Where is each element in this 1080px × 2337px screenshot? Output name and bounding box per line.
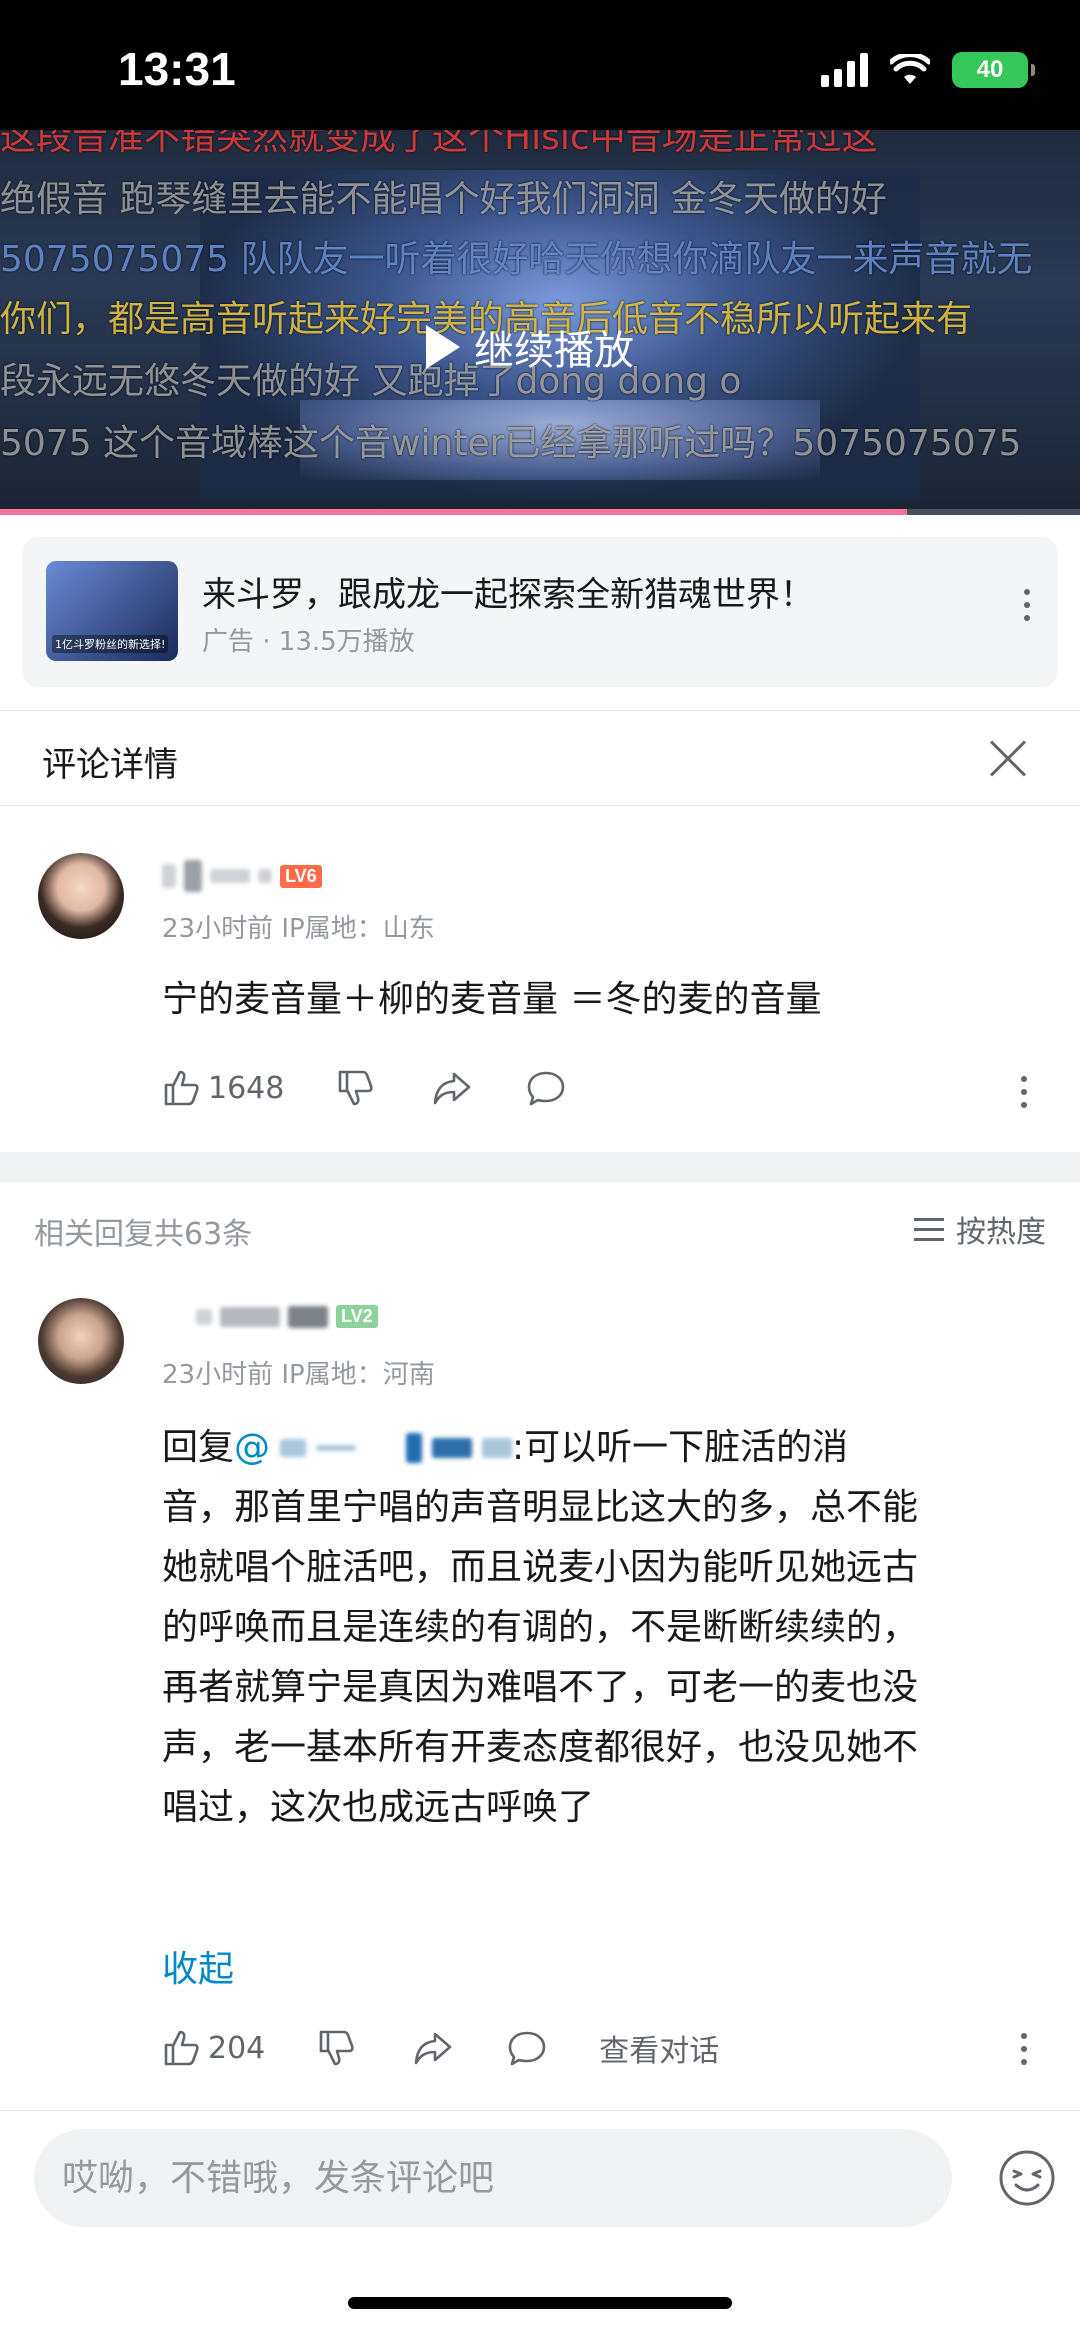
replies-count: 相关回复共63条 bbox=[34, 1217, 253, 1252]
wifi-icon bbox=[890, 54, 930, 84]
username-redacted bbox=[196, 1308, 212, 1325]
comment-input[interactable] bbox=[34, 2129, 952, 2227]
reply-line-0: :可以听一下脏活的消 bbox=[512, 1427, 849, 1468]
comment-meta: 23小时前 IP属地：山东 bbox=[162, 914, 435, 944]
sort-label: 按热度 bbox=[956, 1215, 1046, 1250]
reply-prefix: 回复 bbox=[162, 1427, 235, 1468]
reply-button[interactable] bbox=[526, 1068, 566, 1108]
comment-detail-title: 评论详情 bbox=[42, 745, 178, 785]
battery-icon: 40 bbox=[952, 52, 1035, 88]
emoji-icon[interactable] bbox=[998, 2149, 1056, 2207]
reply-line-5: 声，老一基本所有开麦态度都很好，也没见她不 bbox=[162, 1727, 919, 1768]
danmaku-comment: 5075075075 队队友一听着很好哈天你想你滴队友一来声音就无 bbox=[0, 239, 1033, 280]
status-bar: 13:31 40 bbox=[0, 0, 1080, 130]
dislike-button[interactable] bbox=[317, 2028, 357, 2068]
ad-thumbnail: 1亿斗罗粉丝的新选择! bbox=[46, 561, 178, 661]
video-player[interactable]: 这段音准不错突然就变成了这个Hisic中音场是正常过这绝假音 跑琴缝里去能不能唱… bbox=[0, 130, 1080, 515]
ad-thumbnail-caption: 1亿斗罗粉丝的新选择! bbox=[52, 635, 169, 653]
like-count: 204 bbox=[208, 2030, 266, 2066]
status-time: 13:31 bbox=[118, 43, 236, 95]
share-button[interactable] bbox=[432, 1068, 472, 1108]
reply-line-1: 音，那首里宁唱的声音明显比这大的多，总不能 bbox=[162, 1487, 919, 1528]
reply-button[interactable] bbox=[507, 2028, 547, 2068]
share-button[interactable] bbox=[413, 2028, 453, 2068]
battery-level: 40 bbox=[976, 56, 1004, 83]
comment-text: 宁的麦音量＋柳的麦音量 ＝冬的麦的音量 bbox=[162, 979, 822, 1020]
cellular-signal-icon bbox=[821, 53, 868, 87]
reply-line-4: 再者就算宁是真因为难唱不了，可老一的麦也没 bbox=[162, 1667, 919, 1708]
level-badge: LV2 bbox=[336, 1305, 378, 1328]
reply-more-icon[interactable] bbox=[1021, 2033, 1027, 2065]
username-redacted bbox=[162, 864, 176, 888]
reply-text: 回复 @ :可以听一下脏活的消 音，那首里宁唱的声音明显比这大的多，总不能 她就… bbox=[162, 1418, 1042, 1838]
reply-line-2: 她就唱个脏活吧，而且说麦小因为能听见她远古 bbox=[162, 1547, 919, 1588]
ad-subtitle: 广告 · 13.5万播放 bbox=[202, 627, 415, 657]
ad-more-icon[interactable] bbox=[1024, 589, 1030, 621]
collapse-link[interactable]: 收起 bbox=[162, 1940, 234, 1992]
sort-icon bbox=[914, 1217, 944, 1241]
like-count: 1648 bbox=[208, 1070, 285, 1106]
thumbs-up-icon bbox=[164, 2030, 199, 2066]
sort-by-hot-button[interactable]: 按热度 bbox=[914, 1207, 1046, 1251]
avatar[interactable] bbox=[38, 853, 124, 939]
video-progress-bar[interactable] bbox=[0, 509, 1080, 515]
thumbs-up-icon bbox=[164, 1070, 199, 1106]
section-divider bbox=[0, 1152, 1080, 1182]
ad-card[interactable]: 1亿斗罗粉丝的新选择! 来斗罗，跟成龙一起探索全新猎魂世界！ 广告 · 13.5… bbox=[22, 537, 1058, 687]
comment-username[interactable]: LV6 bbox=[162, 860, 322, 892]
mention-link[interactable]: @ bbox=[234, 1418, 513, 1478]
danmaku-comment: 这段音准不错突然就变成了这个Hisic中音场是正常过这 bbox=[0, 130, 878, 158]
dislike-button[interactable] bbox=[336, 1068, 376, 1108]
comment-more-icon[interactable] bbox=[1021, 1076, 1027, 1108]
comment-actions: 1648 bbox=[162, 1068, 566, 1108]
danmaku-comment: 绝假音 跑琴缝里去能不能唱个好我们洞洞 金冬天做的好 bbox=[0, 179, 887, 220]
home-indicator bbox=[348, 2297, 732, 2309]
reply-meta: 23小时前 IP属地：河南 bbox=[162, 1360, 435, 1390]
resume-play-button[interactable]: 继续播放 bbox=[426, 318, 634, 376]
reply-actions: 204 查看对话 bbox=[162, 2026, 719, 2070]
level-badge: LV6 bbox=[280, 864, 322, 888]
reply-line-6: 唱过，这次也成远古呼唤了 bbox=[162, 1787, 595, 1828]
view-thread-button[interactable]: 查看对话 bbox=[599, 2026, 719, 2070]
status-icons: 40 bbox=[821, 52, 1035, 88]
like-button[interactable]: 204 bbox=[162, 2028, 265, 2068]
close-icon[interactable] bbox=[988, 739, 1028, 779]
resume-play-label: 继续播放 bbox=[474, 328, 634, 374]
avatar[interactable] bbox=[38, 1298, 124, 1384]
replies-header: 相关回复共63条 按热度 bbox=[0, 1195, 1080, 1265]
reply-username[interactable]: LV2 bbox=[196, 1305, 378, 1328]
ad-title: 来斗罗，跟成龙一起探索全新猎魂世界！ bbox=[202, 575, 814, 615]
like-button[interactable]: 1648 bbox=[162, 1068, 284, 1108]
reply-line-3: 的呼唤而且是连续的有调的，不是断断续续的， bbox=[162, 1607, 919, 1648]
play-icon bbox=[426, 325, 460, 369]
video-progress-fill bbox=[0, 509, 908, 515]
comment-detail-header: 评论详情 bbox=[0, 710, 1080, 806]
danmaku-comment: 5075 这个音域棒这个音winter已经拿那听过吗？5075075075 bbox=[0, 423, 1022, 464]
